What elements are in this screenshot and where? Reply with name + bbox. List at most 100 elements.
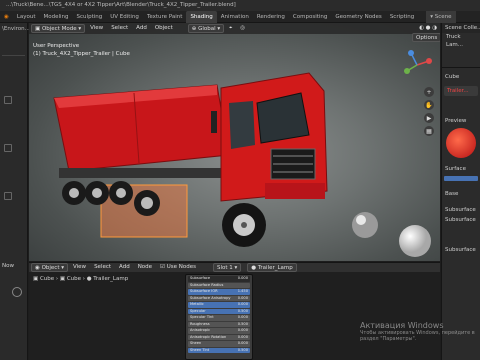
breadcrumb-object-icon: ▣ <box>33 276 40 282</box>
material-slot[interactable]: Trailer... <box>444 86 478 96</box>
prop-value: 0.000 <box>237 315 248 319</box>
select-menu[interactable]: Select <box>108 24 131 33</box>
side-mirror <box>211 111 217 133</box>
3d-viewport[interactable]: ▣ Object Mode ▾ View Select Add Object ⊕… <box>29 23 440 261</box>
tab-uv-editing[interactable]: UV Editing <box>106 11 143 23</box>
subsurface-row[interactable]: Subsurface <box>442 245 480 255</box>
subsurface-row[interactable]: Subsurface <box>442 205 480 215</box>
outliner-item[interactable]: Lam... <box>442 41 480 49</box>
node-prop[interactable]: Roughness 0.500 <box>188 321 250 327</box>
material-label: Trailer_Lamp <box>257 265 293 271</box>
principled-bsdf-node[interactable]: Subsurface 0.000 Subsurface Radius Subsur… <box>185 274 253 360</box>
node-prop[interactable]: Anisotropic Rotation 0.000 <box>188 334 250 340</box>
bumper <box>265 183 325 199</box>
prop-value: 0.500 <box>237 321 248 326</box>
tab-compositing[interactable]: Compositing <box>289 11 331 23</box>
workspace-tabs: ◉ Layout Modeling Sculpting UV Editing T… <box>0 10 480 23</box>
camera-icon[interactable]: ▶ <box>424 113 434 123</box>
tab-geometry-nodes[interactable]: Geometry Nodes <box>331 11 385 23</box>
node-prop[interactable]: Sheen 0.000 <box>188 341 250 347</box>
node-editor-header: ◉ Object ▾ View Select Add Node ☑ Use No… <box>29 262 440 272</box>
node-prop[interactable]: Specular Tint 0.000 <box>188 315 250 321</box>
tab-scripting[interactable]: Scripting <box>386 11 418 23</box>
property-object-name[interactable]: Cube <box>442 72 480 82</box>
node-select-menu[interactable]: Select <box>91 263 114 272</box>
tab-animation[interactable]: Animation <box>217 11 253 23</box>
grid-icon[interactable]: ▦ <box>424 126 434 136</box>
left-tool-icon[interactable] <box>4 96 12 104</box>
tab-sculpting[interactable]: Sculpting <box>73 11 107 23</box>
transform-orientation-dropdown[interactable]: ⊕ Global ▾ <box>187 24 225 33</box>
object-mode-label: Object Mode <box>41 26 77 32</box>
tab-rendering[interactable]: Rendering <box>253 11 289 23</box>
hand-pan-icon[interactable]: ✋ <box>424 100 434 110</box>
options-button[interactable]: Options <box>412 33 440 42</box>
material-dropdown[interactable]: ● Trailer_Lamp <box>247 263 297 272</box>
breadcrumb-item[interactable]: Trailer_Lamp <box>93 276 128 282</box>
prop-label: Anisotropic <box>190 328 211 332</box>
node-prop[interactable]: Subsurface 0.000 <box>188 276 250 282</box>
axis-gizmo-icon[interactable] <box>399 47 435 83</box>
tab-modeling[interactable]: Modeling <box>40 11 73 23</box>
snap-icon[interactable]: ⌖ <box>226 24 235 33</box>
base-color-row[interactable]: Base <box>442 189 480 199</box>
left-tool-icon[interactable] <box>4 192 12 200</box>
node-prop[interactable]: Anisotropic 0.000 <box>188 328 250 334</box>
zoom-icon[interactable]: + <box>424 87 434 97</box>
node-prop[interactable]: Subsurface Anisotropy 0.000 <box>188 295 250 301</box>
surface-section[interactable]: Surface <box>442 164 480 174</box>
breadcrumb-item[interactable]: Cube <box>67 276 81 282</box>
blender-logo-icon[interactable]: ◉ <box>0 11 13 23</box>
outliner-item[interactable]: Truck <box>442 33 480 41</box>
subsurface-row[interactable]: Subsurface <box>442 215 480 225</box>
prop-value: 0.000 <box>237 302 248 306</box>
node-node-menu[interactable]: Node <box>135 263 155 272</box>
left-orbit-icon[interactable] <box>12 287 22 297</box>
use-nodes-toggle[interactable]: ☑ Use Nodes <box>157 263 199 272</box>
node-prop[interactable]: Sheen Tint 0.500 <box>188 347 250 353</box>
right-panel: Scene Colle... Truck Lam... Cube Trailer… <box>441 23 480 360</box>
add-menu[interactable]: Add <box>133 24 150 33</box>
node-add-menu[interactable]: Add <box>116 263 133 272</box>
breadcrumb-item[interactable]: Cube <box>40 276 54 282</box>
prop-label: Subsurface Radius <box>190 282 224 287</box>
tab-texture-paint[interactable]: Texture Paint <box>143 11 187 23</box>
node-prop[interactable]: Specular 0.500 <box>188 308 250 314</box>
window-title: ...\Truck\Bene...\TGS_4X4 or 4X2 Tipper\… <box>6 2 236 8</box>
prop-value: 0.500 <box>237 308 248 313</box>
node-view-menu[interactable]: View <box>70 263 89 272</box>
navigation-gizmo[interactable] <box>399 47 435 83</box>
surface-shader-field[interactable] <box>444 176 478 181</box>
outliner-title: Scene Colle... <box>442 23 480 33</box>
left-tool-icon[interactable] <box>4 144 12 152</box>
node-prop[interactable]: Subsurface IOR 1.450 <box>188 289 250 295</box>
prop-value: 1.450 <box>237 289 248 293</box>
scene-selector[interactable]: ▾ Scene <box>426 10 456 23</box>
slot-label: Slot 1 <box>216 265 233 271</box>
prop-label: Sheen Tint <box>190 347 210 352</box>
left-item-label: Now <box>2 263 14 269</box>
truck-model[interactable] <box>39 63 389 261</box>
proportional-edit-icon[interactable]: ◎ <box>237 24 248 33</box>
preview-section[interactable]: Preview <box>442 116 480 126</box>
watermark-title: Активация Windows <box>360 321 444 330</box>
view-menu[interactable]: View <box>87 24 106 33</box>
tab-shading[interactable]: Shading <box>186 10 217 23</box>
left-path: \Environ... <box>2 26 30 32</box>
material-preview-thumbnail <box>446 128 476 158</box>
orientation-label: Global <box>198 26 216 32</box>
object-shader-dropdown[interactable]: ◉ Object ▾ <box>31 263 68 272</box>
prop-value: 0.000 <box>237 341 248 345</box>
object-menu[interactable]: Object <box>152 24 176 33</box>
object-mode-dropdown[interactable]: ▣ Object Mode ▾ <box>31 24 86 33</box>
slot-dropdown[interactable]: Slot 1 ▾ <box>212 263 242 272</box>
node-prop[interactable]: Metallic 0.000 <box>188 302 250 308</box>
breadcrumb-separator: › ● <box>81 276 94 282</box>
viewport-shading-icons[interactable]: ◐ ● ◑ <box>416 24 440 33</box>
prop-label: Metallic <box>190 302 204 306</box>
object-btn-label: Object <box>41 265 60 271</box>
node-prop[interactable]: Subsurface Radius <box>188 282 250 288</box>
left-row[interactable]: Now <box>2 263 14 269</box>
breadcrumb: ▣ Cube › ▣ Cube › ● Trailer_Lamp <box>33 276 128 282</box>
tab-layout[interactable]: Layout <box>13 11 40 23</box>
